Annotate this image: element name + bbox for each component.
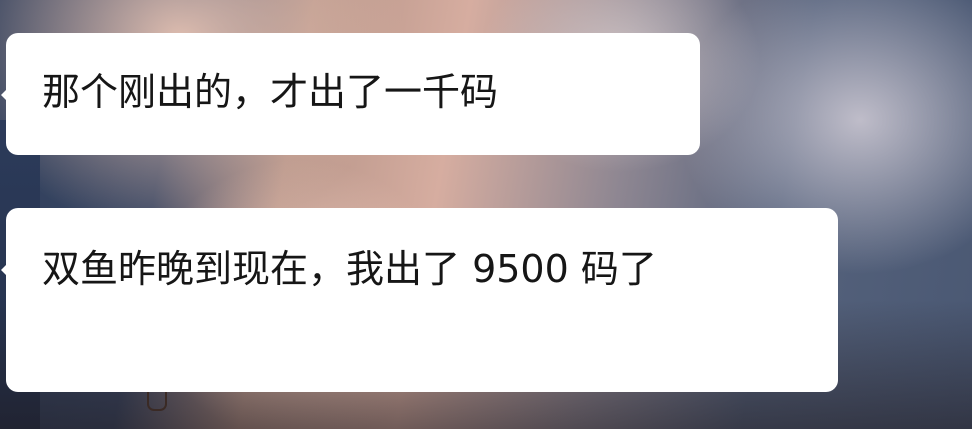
- message-bubble[interactable]: 那个刚出的，才出了一千码: [1, 33, 700, 155]
- message-text: 那个刚出的，才出了一千码: [42, 70, 499, 114]
- bubble-tail: [1, 88, 8, 102]
- bubble-tail: [1, 263, 8, 277]
- message-bubble[interactable]: 双鱼昨晚到现在，我出了 9500 码了: [1, 208, 838, 392]
- message-list: 那个刚出的，才出了一千码 双鱼昨晚到现在，我出了 9500 码了: [0, 0, 972, 429]
- message-text: 双鱼昨晚到现在，我出了 9500 码了: [42, 247, 657, 291]
